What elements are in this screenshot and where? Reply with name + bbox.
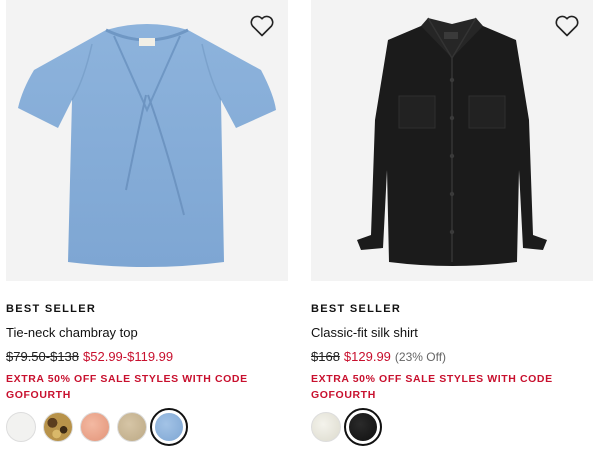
price-row: $79.50-$138 $52.99-$119.99 (6, 349, 173, 364)
best-seller-badge: BEST SELLER (311, 303, 402, 315)
swatch-khaki[interactable] (117, 412, 147, 442)
swatch-print[interactable] (43, 412, 73, 442)
swatch-white[interactable] (6, 412, 36, 442)
sale-price: $52.99-$119.99 (83, 349, 174, 364)
promo-message: EXTRA 50% OFF SALE STYLES WITH CODE GOFO… (6, 373, 248, 401)
sale-price: $129.99 (343, 349, 391, 364)
original-price: $168 (311, 349, 340, 364)
swatch-ivory[interactable] (311, 412, 341, 442)
product-card-silk-shirt[interactable]: BEST SELLER Classic-fit silk shirt $168 $… (311, 0, 593, 446)
silk-shirt-image (357, 17, 547, 266)
swatch-chambray[interactable] (150, 408, 188, 446)
original-price: $79.50-$138 (6, 349, 80, 364)
heart-outline-icon[interactable] (249, 14, 275, 38)
product-name[interactable]: Classic-fit silk shirt (311, 325, 418, 340)
best-seller-badge: BEST SELLER (6, 303, 97, 315)
swatch-peach[interactable] (80, 412, 110, 442)
product-card-tie-neck-top[interactable]: BEST SELLER Tie-neck chambray top $79.50… (6, 0, 288, 446)
discount-percent: (23% Off) (394, 350, 447, 364)
heart-outline-icon[interactable] (554, 14, 580, 38)
color-swatches (6, 408, 188, 446)
promo-message: EXTRA 50% OFF SALE STYLES WITH CODE GOFO… (311, 373, 553, 401)
chambray-top-image (18, 24, 276, 267)
price-row: $168 $129.99 (23% Off) (311, 349, 446, 364)
product-image[interactable] (311, 0, 593, 281)
product-image[interactable] (6, 0, 288, 281)
product-name[interactable]: Tie-neck chambray top (6, 325, 138, 340)
color-swatches (311, 408, 382, 446)
swatch-black[interactable] (344, 408, 382, 446)
